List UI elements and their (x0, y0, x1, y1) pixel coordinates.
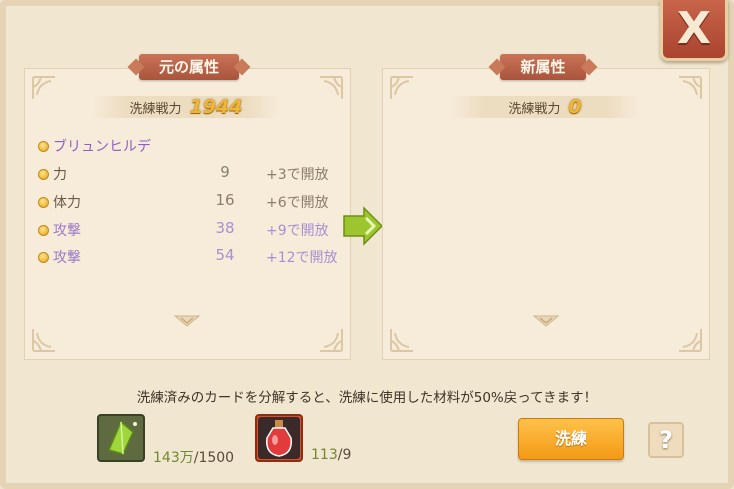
corner-ornament-icon (389, 327, 415, 353)
material-slot-potion[interactable] (255, 414, 303, 462)
stat-name: 攻撃 (53, 250, 81, 266)
potion-have: 113 (311, 447, 338, 463)
corner-ornament-icon (318, 75, 344, 101)
stat-unlock: +12で開放 (266, 250, 338, 266)
power-label: 洗練戦力 (129, 101, 182, 117)
stat-unlock: +9で開放 (266, 223, 329, 239)
potion-need: /9 (337, 447, 352, 463)
crystal-need: /1500 (193, 450, 235, 466)
power-value: 0 (568, 96, 582, 118)
panel-title: 元の属性 (138, 54, 239, 80)
close-button[interactable]: X (660, 0, 728, 61)
green-crystal-icon (107, 420, 137, 455)
coin-bullet-icon (38, 224, 49, 236)
corner-ornament-icon (31, 75, 57, 101)
stat-name: 体力 (53, 195, 81, 211)
original-power: 洗練戦力 1944 (92, 96, 280, 118)
power-value: 1944 (189, 96, 243, 118)
coin-bullet-icon (38, 196, 49, 208)
coin-bullet-icon (38, 168, 49, 180)
stat-unlock: +6で開放 (266, 195, 329, 211)
corner-ornament-icon (31, 327, 57, 353)
stat-name: 攻撃 (53, 223, 81, 239)
stat-name: 力 (53, 167, 67, 183)
original-attributes-title: 元の属性 (118, 54, 260, 80)
transfer-arrow-icon (343, 206, 384, 246)
potion-count: 113/9 (311, 447, 351, 463)
stat-unlock: +3で開放 (266, 167, 329, 183)
stat-row-name: 力 (38, 164, 67, 184)
material-slot-crystal[interactable] (97, 414, 145, 462)
corner-ornament-icon (677, 75, 703, 101)
new-power: 洗練戦力 0 (450, 96, 640, 118)
close-icon: X (677, 3, 711, 54)
panel-title: 新属性 (500, 54, 586, 80)
stat-value: 38 (215, 219, 235, 237)
stat-row-name: 攻撃 (38, 220, 81, 240)
red-potion-icon (258, 417, 300, 459)
scroll-down-icon[interactable] (174, 314, 200, 328)
scroll-down-icon[interactable] (533, 314, 559, 328)
stat-value: 54 (215, 246, 235, 264)
hero-name-text: ブリュンヒルデ (53, 139, 151, 155)
crystal-count: 143万/1500 (153, 447, 234, 467)
corner-ornament-icon (677, 327, 703, 353)
stat-row-name: 攻撃 (38, 247, 81, 267)
power-label: 洗練戦力 (508, 101, 561, 117)
stat-row-name: 体力 (38, 192, 81, 212)
stat-value: 9 (220, 163, 230, 181)
refund-notice: 洗練済みのカードを分解すると、洗練に使用した材料が50%戻ってきます！ (136, 390, 598, 406)
coin-bullet-icon (38, 140, 49, 152)
coin-bullet-icon (38, 251, 49, 263)
crystal-have: 143万 (153, 450, 194, 466)
new-attributes-title: 新属性 (478, 54, 608, 80)
help-button[interactable]: ? (648, 422, 684, 458)
corner-ornament-icon (389, 75, 415, 101)
refine-button[interactable]: 洗練 (518, 418, 624, 460)
corner-ornament-icon (318, 327, 344, 353)
hero-name: ブリュンヒルデ (38, 136, 151, 156)
stat-value: 16 (215, 191, 235, 209)
